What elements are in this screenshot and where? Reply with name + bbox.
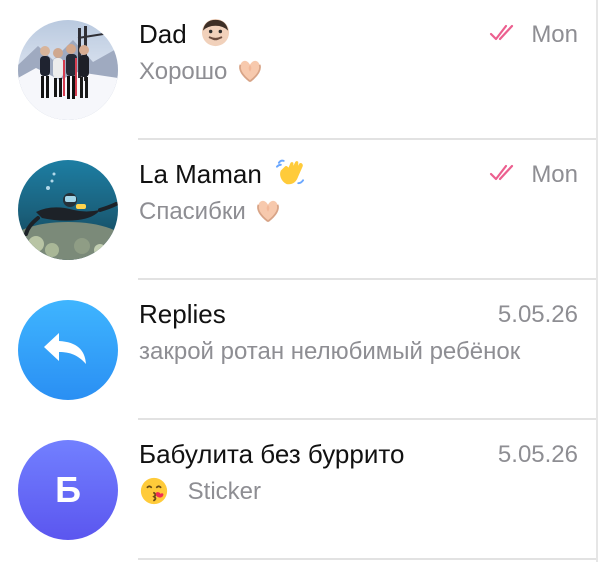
chat-preview: Хорошо bbox=[139, 56, 264, 88]
kissing-face-emoji-icon bbox=[140, 477, 168, 505]
avatar bbox=[18, 160, 118, 260]
chat-title-text: La Maman bbox=[139, 159, 262, 189]
avatar bbox=[18, 20, 118, 120]
double-check-icon bbox=[489, 164, 513, 181]
heart-hands-emoji-icon bbox=[257, 200, 280, 223]
chat-list: Dad Mon Хорошо La Maman Mon Спасибки Rep… bbox=[0, 0, 598, 562]
chat-row-dad[interactable]: Dad Mon Хорошо bbox=[0, 0, 598, 140]
chat-time-text: 5.05.26 bbox=[497, 301, 578, 328]
avatar-letter: Б bbox=[55, 469, 81, 510]
chat-title: Dad bbox=[139, 17, 231, 51]
avatar: Б bbox=[18, 440, 118, 540]
double-check-icon bbox=[489, 24, 513, 41]
chat-time-text: Mon bbox=[531, 21, 578, 48]
man-light-skin-tone-emoji-icon bbox=[201, 18, 229, 47]
chat-time: 5.05.26 bbox=[498, 440, 578, 470]
chat-title-text: Replies bbox=[139, 299, 226, 329]
chat-title: Replies bbox=[139, 297, 226, 331]
chat-preview-text: Sticker bbox=[187, 478, 262, 505]
chat-time: 5.05.26 bbox=[498, 300, 578, 330]
chat-preview-text: Спасибки bbox=[139, 198, 246, 225]
avatar bbox=[18, 300, 118, 400]
chat-title: Бабулита без буррито bbox=[139, 437, 404, 471]
chat-preview: Sticker bbox=[139, 476, 261, 508]
chat-title: La Maman bbox=[139, 157, 306, 191]
chat-time-text: Mon bbox=[531, 161, 578, 188]
chat-time-text: 5.05.26 bbox=[497, 441, 578, 468]
chat-preview: закрой ротан нелюбимый ребёнок bbox=[139, 336, 520, 368]
chat-preview: Спасибки bbox=[139, 196, 282, 228]
waving-hand-emoji-icon bbox=[276, 159, 305, 185]
chat-time: Mon bbox=[489, 160, 578, 190]
row-divider bbox=[138, 558, 598, 560]
chat-time: Mon bbox=[489, 20, 578, 50]
heart-hands-emoji-icon bbox=[239, 60, 261, 83]
chat-preview-text: Хорошо bbox=[139, 58, 228, 85]
chat-title-text: Dad bbox=[139, 19, 187, 49]
chat-row-babulita[interactable]: Б Бабулита без буррито 5.05.26 Sticker bbox=[0, 420, 598, 560]
chat-preview-text: закрой ротан нелюбимый ребёнок bbox=[139, 338, 521, 365]
chat-title-text: Бабулита без буррито bbox=[139, 439, 405, 469]
chat-row-replies[interactable]: Replies 5.05.26 закрой ротан нелюбимый р… bbox=[0, 280, 598, 420]
chat-row-la-maman[interactable]: La Maman Mon Спасибки bbox=[0, 140, 598, 280]
